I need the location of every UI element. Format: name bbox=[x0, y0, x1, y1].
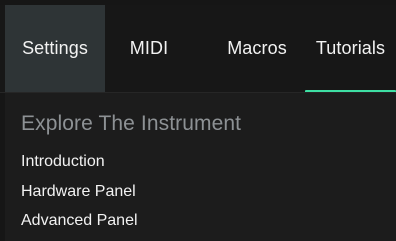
tutorials-window: Settings MIDI Macros Tutorials Explore T… bbox=[0, 0, 396, 241]
tab-midi[interactable]: MIDI bbox=[117, 5, 181, 92]
tab-bar: Settings MIDI Macros Tutorials bbox=[0, 5, 396, 93]
tab-macros[interactable]: Macros bbox=[212, 5, 302, 92]
tutorial-item-advanced-panel[interactable]: Advanced Panel bbox=[21, 212, 138, 230]
panel-left-edge bbox=[0, 93, 5, 241]
tab-settings[interactable]: Settings bbox=[5, 5, 105, 92]
tab-tutorials[interactable]: Tutorials bbox=[305, 5, 396, 92]
tutorial-item-introduction[interactable]: Introduction bbox=[21, 153, 105, 171]
section-title: Explore The Instrument bbox=[21, 112, 242, 135]
tutorial-item-hardware-panel[interactable]: Hardware Panel bbox=[21, 183, 136, 201]
